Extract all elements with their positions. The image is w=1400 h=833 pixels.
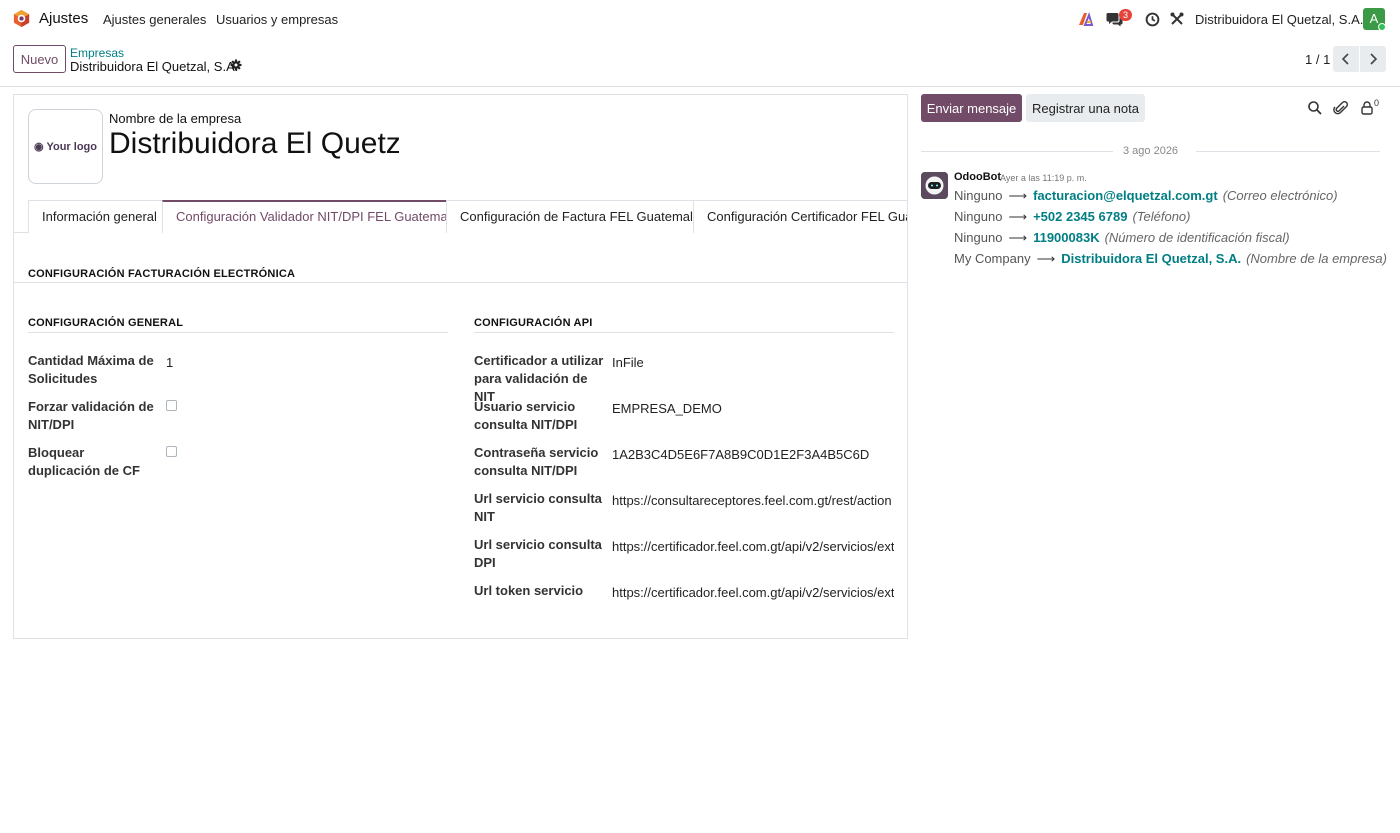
tracking-old-value: Ninguno — [954, 230, 1003, 245]
tracking-old-value: Ninguno — [954, 209, 1003, 224]
log-note-button[interactable]: Registrar una nota — [1026, 94, 1145, 122]
label-bloquear-duplicacion: Bloquear duplicación de CF — [28, 445, 140, 478]
gear-icon[interactable] — [230, 59, 242, 71]
tracking-line: Ninguno ⟶ +502 2345 6789 (Teléfono) — [954, 209, 1191, 225]
online-status-dot — [1378, 23, 1386, 31]
tracking-line: Ninguno ⟶ 11900083K (Número de identificaci… — [954, 230, 1290, 246]
chevron-left-icon — [1341, 53, 1349, 65]
menu-usuarios-y-empresas[interactable]: Usuarios y empresas — [216, 12, 338, 27]
chatter-panel: Enviar mensaje Registrar una nota 0 3 ag… — [908, 88, 1400, 833]
tracking-field-name: (Nombre de la empresa) — [1246, 251, 1387, 266]
tracking-new-value: facturacion@elquetzal.com.gt — [1033, 188, 1218, 203]
form-sheet: ◉ Your logo Nombre de la empresa Distrib… — [13, 94, 908, 639]
tracking-line: My Company ⟶ Distribuidora El Quetzal, S.A… — [954, 251, 1387, 267]
checkbox-forzar-validacion[interactable] — [166, 400, 177, 411]
message-date: Ayer a las 11:19 p. m. — [1000, 173, 1087, 183]
field-cantidad-maxima[interactable]: 1 — [166, 355, 173, 370]
logo-placeholder-text: Your logo — [46, 141, 97, 153]
company-switcher[interactable]: Distribuidora El Quetzal, S.A. — [1195, 12, 1363, 27]
field-certificador[interactable]: InFile — [612, 355, 644, 370]
api-divider — [474, 332, 894, 333]
odoobot-avatar[interactable] — [921, 172, 948, 199]
pager-value[interactable]: 1 / 1 — [1305, 52, 1330, 67]
messages-badge: 3 — [1119, 9, 1132, 21]
company-name-label: Nombre de la empresa — [109, 111, 242, 126]
tab-validador-nit-dpi[interactable]: Configuración Validador NIT/DPI FEL Guat… — [162, 200, 458, 233]
label-cantidad-maxima: Cantidad Máxima de Solicitudes — [28, 353, 154, 386]
tracking-field-name: (Correo electrónico) — [1222, 188, 1338, 203]
control-panel: Nuevo Empresas Distribuidora El Quetzal,… — [0, 38, 1400, 87]
search-icon[interactable] — [1307, 100, 1323, 116]
section-configuracion-general: CONFIGURACIÓN GENERAL — [28, 317, 184, 329]
tracking-new-value: +502 2345 6789 — [1033, 209, 1128, 224]
tab-factura-fel[interactable]: Configuración de Factura FEL Guatemala — [446, 200, 700, 233]
tracking-new-value: 11900083K — [1033, 230, 1100, 245]
app-name[interactable]: Ajustes — [39, 10, 88, 27]
new-button[interactable]: Nuevo — [13, 45, 66, 73]
field-contrasena-servicio[interactable]: 1A2B3C4D5E6F7A8B9C0D1E2F3A4B5C6D — [612, 447, 869, 462]
company-logo-field[interactable]: ◉ Your logo — [28, 109, 103, 184]
date-line-right — [1196, 151, 1380, 152]
tracking-field-name: (Número de identificación fiscal) — [1104, 230, 1290, 245]
odoo-app-logo-icon[interactable] — [12, 9, 31, 28]
label-contrasena-servicio: Contraseña servicio consulta NIT/DPI — [474, 445, 599, 478]
breadcrumb-empresas[interactable]: Empresas — [70, 46, 124, 60]
label-url-token: Url token servicio — [474, 583, 584, 598]
arrow-right-icon: ⟶ — [1008, 230, 1028, 245]
field-url-consulta-nit[interactable]: https://consultareceptores.feel.com.gt/r… — [612, 493, 894, 508]
label-usuario-servicio: Usuario servicio consulta NIT/DPI — [474, 399, 578, 432]
top-navbar: Ajustes Ajustes generales Usuarios y emp… — [0, 0, 1400, 38]
pager-next-button[interactable] — [1360, 46, 1386, 72]
section-facturacion-electronica: CONFIGURACIÓN FACTURACIÓN ELECTRÓNICA — [28, 268, 296, 280]
form-tabs: Información general Configuración Valida… — [14, 200, 907, 233]
checkbox-bloquear-duplicacion[interactable] — [166, 446, 177, 457]
section-divider — [14, 282, 907, 283]
arrow-right-icon: ⟶ — [1036, 251, 1056, 266]
arrow-right-icon: ⟶ — [1008, 188, 1028, 203]
company-name-input[interactable]: Distribuidora El Quetz… — [109, 127, 399, 161]
arrow-right-icon: ⟶ — [1008, 209, 1028, 224]
logo-placeholder: ◉ Your logo — [34, 141, 97, 153]
tracking-old-value: My Company — [954, 251, 1031, 266]
tracking-new-value: Distribuidora El Quetzal, S.A. — [1061, 251, 1242, 266]
chevron-right-icon — [1370, 53, 1378, 65]
breadcrumb-current: Distribuidora El Quetzal, S.A. — [70, 59, 239, 74]
followers-count: 0 — [1374, 98, 1380, 108]
date-separator: 3 ago 2026 — [921, 143, 1380, 159]
section-configuracion-api: CONFIGURACIÓN API — [474, 317, 593, 329]
activity-clock-icon[interactable] — [1145, 12, 1160, 27]
tracking-old-value: Ninguno — [954, 188, 1003, 203]
tracking-line: Ninguno ⟶ facturacion@elquetzal.com.gt (Cor… — [954, 188, 1338, 204]
pager-previous-button[interactable] — [1333, 46, 1359, 72]
message-author[interactable]: OdooBot — [954, 171, 1001, 183]
field-url-consulta-dpi[interactable]: https://certificador.feel.com.gt/api/v2/… — [612, 539, 894, 554]
tab-certificador-fel[interactable]: Configuración Certificador FEL Guate — [693, 200, 907, 233]
date-separator-text: 3 ago 2026 — [1123, 145, 1179, 157]
date-line-left — [921, 151, 1113, 152]
debug-tools-icon[interactable] — [1170, 12, 1184, 26]
menu-ajustes-generales[interactable]: Ajustes generales — [103, 12, 206, 27]
tab-informacion-general[interactable]: Información general — [28, 200, 163, 233]
send-message-button[interactable]: Enviar mensaje — [921, 94, 1022, 122]
ai-assistant-icon[interactable] — [1078, 11, 1094, 27]
field-usuario-servicio[interactable]: EMPRESA_DEMO — [612, 401, 722, 416]
label-url-consulta-nit: Url servicio consulta NIT — [474, 491, 602, 524]
general-divider — [28, 332, 448, 333]
field-url-token[interactable]: https://certificador.feel.com.gt/api/v2/… — [612, 585, 894, 600]
label-url-consulta-dpi: Url servicio consulta DPI — [474, 537, 602, 570]
tracking-field-name: (Teléfono) — [1132, 209, 1191, 224]
followers-icon[interactable] — [1359, 100, 1375, 116]
label-forzar-validacion: Forzar validación de NIT/DPI — [28, 399, 154, 432]
paperclip-icon[interactable] — [1333, 100, 1349, 116]
